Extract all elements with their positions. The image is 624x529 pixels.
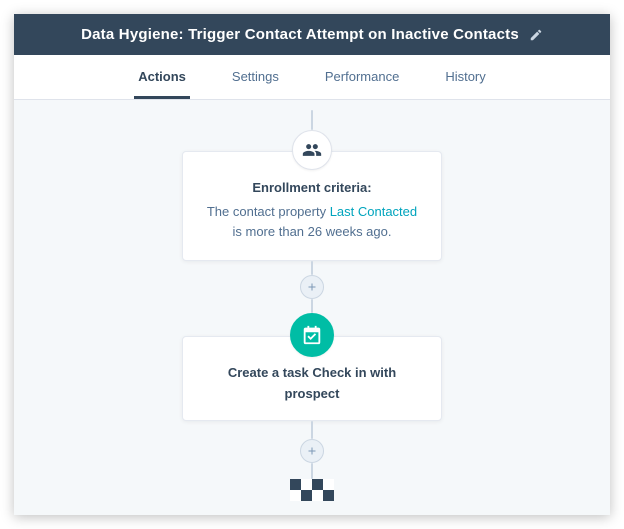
connector bbox=[311, 110, 313, 130]
tab-settings[interactable]: Settings bbox=[228, 55, 283, 99]
workflow-end-icon bbox=[290, 479, 334, 501]
enrollment-body-suffix: is more than 26 weeks ago. bbox=[233, 224, 392, 239]
connector bbox=[311, 299, 313, 313]
add-step-button[interactable] bbox=[300, 439, 324, 463]
task-action-heading: Create a task Check in with prospect bbox=[201, 363, 423, 403]
workflow-canvas[interactable]: Enrollment criteria: The contact propert… bbox=[14, 100, 610, 515]
connector bbox=[311, 261, 313, 275]
workflow-title: Data Hygiene: Trigger Contact Attempt on… bbox=[81, 26, 519, 43]
enrollment-body: The contact property Last Contacted is m… bbox=[207, 204, 417, 239]
edit-title-icon[interactable] bbox=[529, 28, 543, 42]
contacts-icon bbox=[292, 130, 332, 170]
workflow-editor-panel: Data Hygiene: Trigger Contact Attempt on… bbox=[14, 14, 610, 515]
connector bbox=[311, 421, 313, 439]
tab-performance[interactable]: Performance bbox=[321, 55, 403, 99]
connector bbox=[311, 463, 313, 479]
tab-history[interactable]: History bbox=[441, 55, 489, 99]
add-step-button[interactable] bbox=[300, 275, 324, 299]
title-bar: Data Hygiene: Trigger Contact Attempt on… bbox=[14, 14, 610, 55]
enrollment-property-link[interactable]: Last Contacted bbox=[330, 204, 417, 219]
workflow-flow: Enrollment criteria: The contact propert… bbox=[182, 110, 442, 501]
enrollment-heading: Enrollment criteria: bbox=[201, 178, 423, 198]
enrollment-body-prefix: The contact property bbox=[207, 204, 330, 219]
tab-actions[interactable]: Actions bbox=[134, 55, 190, 99]
tab-bar: Actions Settings Performance History bbox=[14, 55, 610, 100]
